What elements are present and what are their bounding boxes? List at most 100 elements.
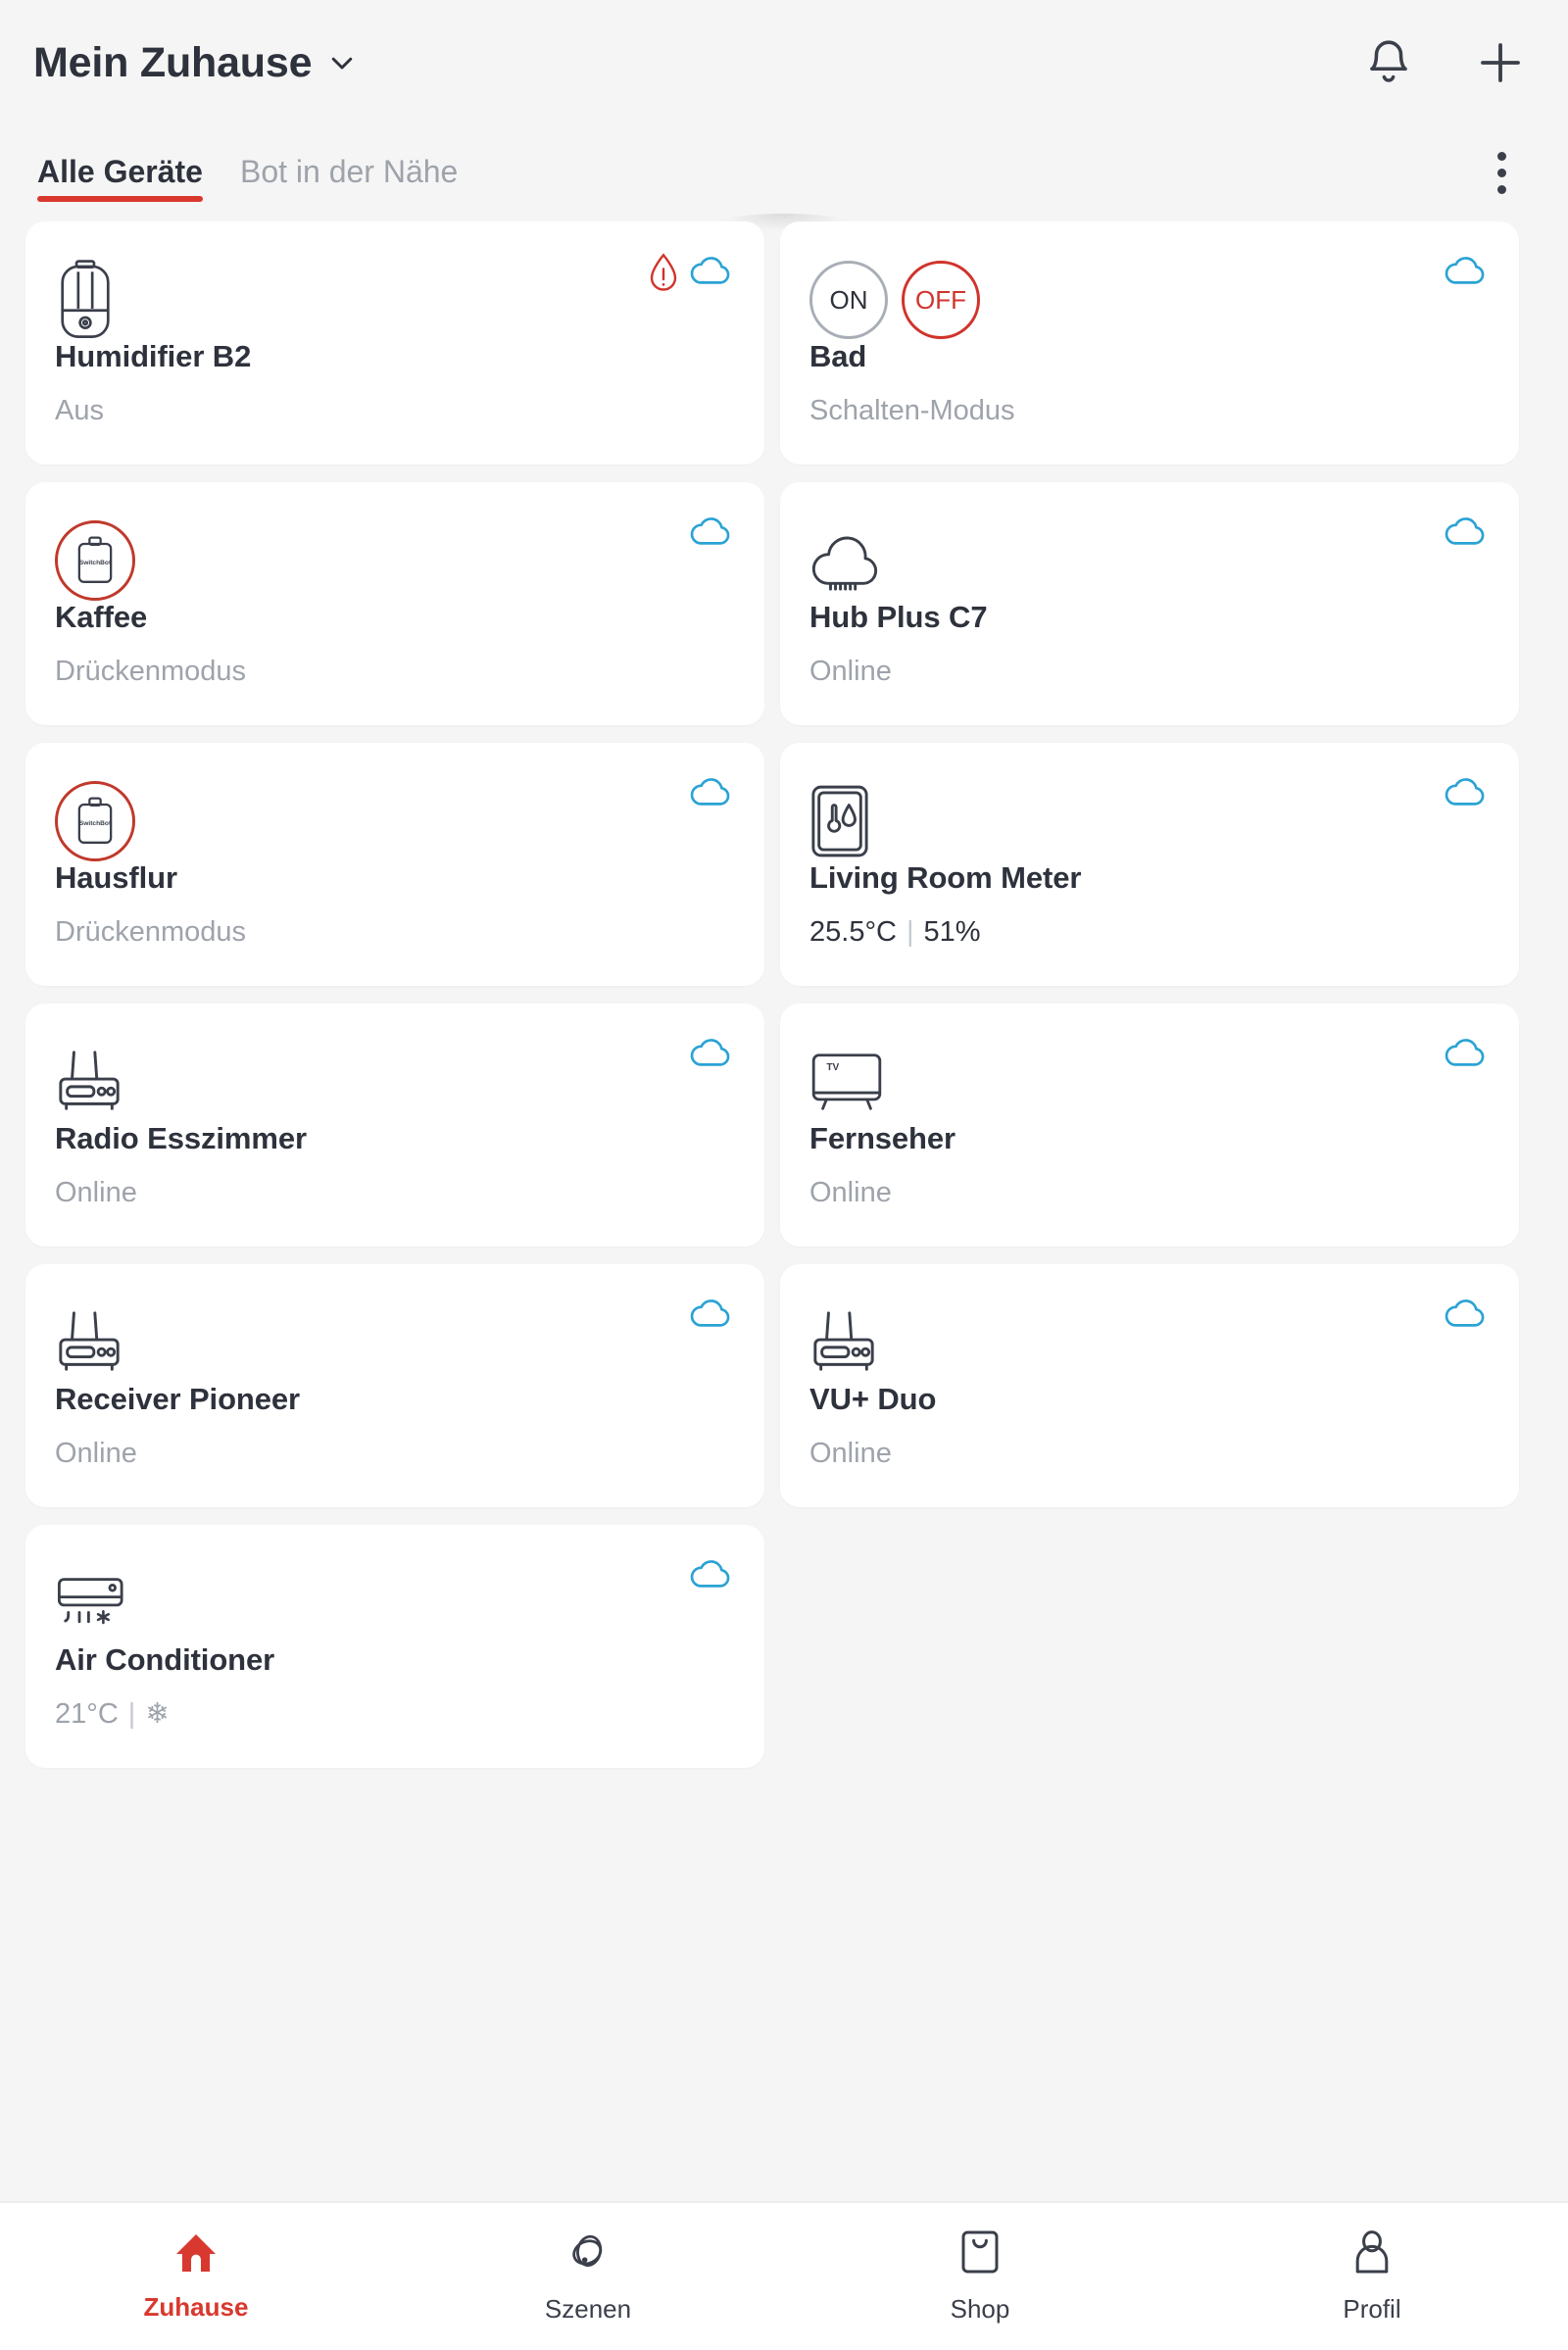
cloud-connected-icon — [1445, 514, 1488, 552]
cloud-connected-icon — [690, 1296, 733, 1334]
turn-on-button[interactable]: ON — [809, 261, 888, 339]
cloud-connected-icon — [690, 253, 733, 291]
home-selector[interactable]: Mein Zuhause — [33, 39, 357, 87]
nav-item-szenen[interactable]: Szenen — [392, 2203, 784, 2350]
device-status: Drückenmodus — [55, 656, 247, 687]
meter-icon — [809, 776, 1490, 866]
device-name: Receiver Pioneer — [55, 1382, 300, 1416]
receiver-icon — [809, 1297, 1490, 1388]
tab-label: Bot in der Nähe — [239, 154, 459, 189]
nav-label: Szenen — [544, 2294, 632, 2324]
device-card-hausflur[interactable]: SwitchBot Hausflur Drückenmodus — [25, 743, 764, 986]
water-drop-alert-icon — [647, 253, 680, 299]
onoff-control-group: ON OFF — [809, 255, 1490, 345]
bot-active-ring: SwitchBot — [55, 781, 135, 861]
kebab-dot — [1496, 184, 1506, 194]
device-card-hub-plus-c7[interactable]: Hub Plus C7 Online — [780, 482, 1519, 725]
device-status: Drückenmodus — [55, 916, 247, 948]
tab-alle-geraete[interactable]: Alle Geräte — [25, 154, 215, 208]
device-status: 21°C | ❄ — [55, 1696, 170, 1731]
device-name: Living Room Meter — [809, 860, 1082, 895]
device-name: Hub Plus C7 — [809, 600, 988, 634]
scene-icon — [564, 2228, 612, 2280]
nav-label: Shop — [950, 2294, 1010, 2324]
hub-plus-icon — [809, 515, 1490, 606]
svg-text:SwitchBot: SwitchBot — [79, 820, 112, 827]
home-name-label: Mein Zuhause — [33, 38, 313, 86]
device-status: Online — [809, 656, 892, 687]
chevron-down-icon[interactable] — [327, 48, 357, 77]
device-card-air-conditioner[interactable]: Air Conditioner 21°C | ❄ — [25, 1525, 764, 1768]
air-conditioner-icon — [55, 1558, 735, 1648]
nav-label: Profil — [1343, 2294, 1401, 2324]
device-status: Online — [809, 1177, 892, 1208]
device-name: Air Conditioner — [55, 1642, 275, 1677]
cloud-connected-icon — [690, 774, 733, 812]
temperature-value: 25.5°C — [809, 916, 897, 948]
nav-item-zuhause[interactable]: Zuhause — [0, 2203, 392, 2350]
tab-bot-in-der-naehe[interactable]: Bot in der Nähe — [228, 154, 469, 208]
cloud-connected-icon — [690, 514, 733, 552]
kebab-dot — [1496, 151, 1506, 161]
device-name: Kaffee — [55, 600, 148, 634]
device-status: Online — [55, 1177, 137, 1208]
shop-bag-icon — [958, 2228, 1002, 2280]
device-card-kaffee[interactable]: SwitchBot Kaffee Drückenmodus — [25, 482, 764, 725]
bell-icon[interactable] — [1358, 32, 1419, 93]
tab-label: Alle Geräte — [37, 154, 203, 189]
cloud-connected-icon — [1445, 774, 1488, 812]
device-status: Online — [809, 1438, 892, 1469]
bottom-navigation: Zuhause Szenen Shop Profil — [0, 2201, 1568, 2350]
cloud-connected-icon — [1445, 1296, 1488, 1334]
app-header: Mein Zuhause — [0, 0, 1568, 125]
device-card-vu-duo[interactable]: VU+ Duo Online — [780, 1264, 1519, 1507]
device-card-bad[interactable]: ON OFF Bad Schalten-Modus — [780, 221, 1519, 465]
device-card-radio-esszimmer[interactable]: Radio Esszimmer Online — [25, 1004, 764, 1247]
off-label: OFF — [915, 284, 966, 315]
device-name: Bad — [809, 339, 867, 373]
nav-item-profil[interactable]: Profil — [1176, 2203, 1568, 2350]
kebab-dot — [1496, 168, 1506, 177]
humidity-value: 51% — [923, 916, 981, 948]
receiver-icon — [55, 1297, 735, 1388]
tab-list: Alle Geräte Bot in der Nähe — [25, 154, 469, 208]
turn-off-button[interactable]: OFF — [902, 261, 980, 339]
device-status: 25.5°C | 51% — [809, 916, 981, 949]
svg-text:TV: TV — [826, 1062, 839, 1073]
device-card-fernseher[interactable]: TV Fernseher Online — [780, 1004, 1519, 1247]
device-status: Aus — [55, 395, 104, 426]
plus-icon[interactable] — [1470, 32, 1531, 93]
receiver-icon — [55, 1037, 735, 1127]
status-separator: | — [127, 1698, 136, 1730]
person-icon — [1350, 2228, 1394, 2280]
device-status: Schalten-Modus — [809, 395, 1015, 426]
nav-label: Zuhause — [143, 2292, 249, 2322]
tv-icon: TV — [809, 1037, 1490, 1127]
more-vertical-icon[interactable] — [1472, 143, 1531, 202]
device-name: Humidifier B2 — [55, 339, 252, 373]
cloud-connected-icon — [1445, 253, 1488, 291]
switchbot-bot-icon: SwitchBot — [55, 515, 735, 606]
svg-text:SwitchBot: SwitchBot — [79, 560, 112, 566]
switchbot-bot-icon: SwitchBot — [55, 776, 735, 866]
nav-item-shop[interactable]: Shop — [784, 2203, 1176, 2350]
cloud-connected-icon — [690, 1556, 733, 1594]
device-name: Hausflur — [55, 860, 177, 895]
tab-bar: Alle Geräte Bot in der Nähe — [0, 125, 1568, 208]
device-name: VU+ Duo — [809, 1382, 937, 1416]
mode-icon-value: ❄ — [145, 1698, 170, 1730]
device-name: Fernseher — [809, 1121, 956, 1155]
device-name: Radio Esszimmer — [55, 1121, 307, 1155]
device-card-living-room-meter[interactable]: Living Room Meter 25.5°C | 51% — [780, 743, 1519, 986]
on-label: ON — [829, 284, 868, 315]
temperature-value: 21°C — [55, 1698, 119, 1730]
device-status: Online — [55, 1438, 137, 1469]
device-card-humidifier-b2[interactable]: Humidifier B2 Aus — [25, 221, 764, 465]
bot-active-ring: SwitchBot — [55, 520, 135, 601]
cloud-connected-icon — [1445, 1035, 1488, 1073]
cloud-connected-icon — [690, 1035, 733, 1073]
home-icon — [172, 2230, 220, 2278]
humidifier-icon — [55, 255, 735, 345]
status-separator: | — [906, 916, 914, 948]
device-card-receiver-pioneer[interactable]: Receiver Pioneer Online — [25, 1264, 764, 1507]
